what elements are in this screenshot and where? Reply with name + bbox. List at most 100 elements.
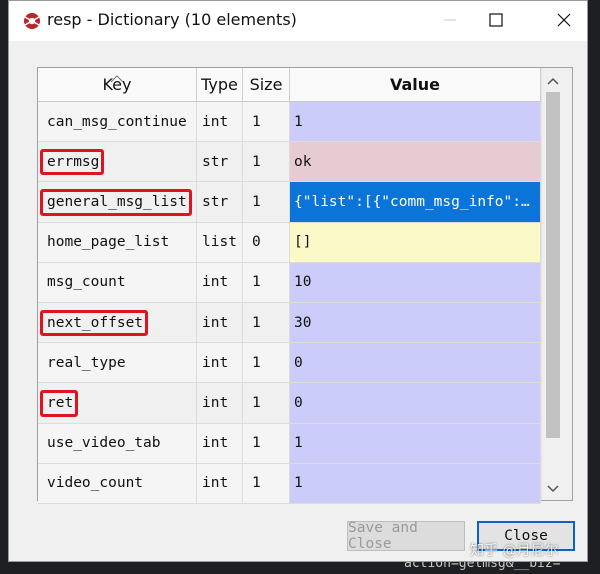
type-cell[interactable]: int	[197, 262, 243, 303]
key-cell[interactable]: errmsg	[38, 142, 197, 183]
value-cell-text: 1	[294, 435, 303, 452]
watermark-text: 知乎 @月尼尔	[470, 543, 559, 559]
size-cell[interactable]: 1	[243, 423, 290, 464]
value-cell-text: {"list":[{"comm_msg_info":…	[294, 193, 530, 210]
value-cell[interactable]: 1	[290, 463, 541, 504]
size-cell[interactable]: 1	[243, 142, 290, 183]
minimize-icon	[443, 12, 457, 31]
value-cell[interactable]: 0	[290, 343, 541, 384]
type-cell[interactable]: int	[197, 102, 243, 143]
close-window-button[interactable]	[541, 1, 587, 41]
table-row[interactable]: next_offset int 1 30	[38, 302, 541, 344]
key-cell-text: errmsg	[47, 153, 100, 170]
table-row[interactable]: home_page_list list 0 []	[38, 222, 541, 263]
size-cell-text: 1	[252, 274, 261, 291]
type-cell[interactable]: int	[197, 423, 243, 464]
size-cell[interactable]: 1	[243, 463, 290, 504]
size-cell[interactable]: 1	[243, 302, 290, 344]
type-cell-text: int	[202, 435, 229, 452]
table-body: can_msg_continue int 1 1 errmsg str 1 ok general…	[38, 102, 541, 504]
column-header-label: Type	[201, 75, 238, 94]
table-row[interactable]: general_msg_list str 1 {"list":[{"comm_msg_…	[38, 182, 541, 223]
table-row[interactable]: real_type int 1 0	[38, 343, 541, 384]
minimize-button[interactable]	[427, 1, 473, 41]
value-cell[interactable]: []	[290, 222, 541, 263]
key-cell[interactable]: msg_count	[38, 262, 197, 303]
table-row[interactable]: errmsg str 1 ok	[38, 142, 541, 183]
value-cell[interactable]: 30	[290, 302, 541, 344]
size-cell[interactable]: 1	[243, 262, 290, 303]
table-row[interactable]: video_count int 1 1	[38, 463, 541, 504]
column-header-type[interactable]: Type	[197, 68, 243, 102]
window-title: resp - Dictionary (10 elements)	[47, 10, 297, 29]
key-cell[interactable]: home_page_list	[38, 222, 197, 263]
key-cell[interactable]: general_msg_list	[38, 182, 197, 223]
key-cell[interactable]: real_type	[38, 343, 197, 384]
type-cell[interactable]: int	[197, 463, 243, 504]
value-cell[interactable]: {"list":[{"comm_msg_info":…	[290, 182, 541, 223]
size-cell-text: 0	[252, 234, 261, 251]
type-cell-text: int	[202, 274, 229, 291]
save-and-close-button[interactable]: Save and Close	[347, 520, 465, 552]
chevron-down-icon	[547, 478, 559, 497]
value-cell-text: 0	[294, 354, 303, 371]
type-cell[interactable]: list	[197, 222, 243, 263]
type-cell-text: int	[202, 314, 229, 331]
value-cell-text: []	[294, 234, 312, 251]
type-cell-text: int	[202, 113, 229, 130]
scroll-up-button[interactable]	[542, 68, 564, 90]
key-cell[interactable]: use_video_tab	[38, 423, 197, 464]
table-row[interactable]: can_msg_continue int 1 1	[38, 102, 541, 143]
value-cell-text: 1	[294, 475, 303, 492]
scroll-down-button[interactable]	[542, 476, 564, 498]
column-header-size[interactable]: Size	[243, 68, 290, 102]
size-cell[interactable]: 1	[243, 343, 290, 384]
key-cell-text: ret	[47, 394, 74, 411]
sort-ascending-icon	[110, 68, 124, 87]
maximize-button[interactable]	[473, 1, 519, 41]
type-cell-text: list	[202, 234, 237, 251]
key-cell[interactable]: can_msg_continue	[38, 102, 197, 143]
size-cell-text: 1	[252, 435, 261, 452]
title-bar[interactable]: resp - Dictionary (10 elements)	[9, 1, 587, 41]
key-cell-text: next_offset	[47, 314, 144, 331]
type-cell[interactable]: str	[197, 142, 243, 183]
table-row[interactable]: msg_count int 1 10	[38, 262, 541, 303]
type-cell-text: int	[202, 475, 229, 492]
type-cell[interactable]: int	[197, 343, 243, 384]
size-cell-text: 1	[252, 314, 261, 331]
value-cell[interactable]: 1	[290, 102, 541, 143]
table-row[interactable]: use_video_tab int 1 1	[38, 423, 541, 464]
type-cell[interactable]: str	[197, 182, 243, 223]
size-cell[interactable]: 1	[243, 383, 290, 424]
type-cell[interactable]: int	[197, 383, 243, 424]
key-cell-text: can_msg_continue	[47, 113, 187, 130]
key-cell-text: use_video_tab	[47, 435, 161, 452]
background-editor-right	[588, 0, 600, 574]
vertical-scrollbar[interactable]	[541, 68, 563, 500]
value-cell[interactable]: 1	[290, 423, 541, 464]
scrollbar-thumb[interactable]	[546, 92, 560, 438]
key-cell[interactable]: video_count	[38, 463, 197, 504]
chevron-up-icon	[547, 70, 559, 89]
key-cell[interactable]: ret	[38, 383, 197, 424]
value-cell-text: 0	[294, 394, 303, 411]
value-cell[interactable]: ok	[290, 142, 541, 183]
column-header-value[interactable]: Value	[290, 68, 541, 102]
key-cell-text: general_msg_list	[47, 193, 187, 210]
size-cell[interactable]: 1	[243, 182, 290, 223]
column-header-label: Size	[249, 75, 283, 94]
key-cell-text: home_page_list	[47, 234, 170, 251]
size-cell[interactable]: 1	[243, 102, 290, 143]
key-cell-text: real_type	[47, 354, 126, 371]
size-cell[interactable]: 0	[243, 222, 290, 263]
column-header-key[interactable]: Key	[38, 68, 197, 102]
table-header: Key Type Size Value	[38, 68, 541, 102]
spyder-icon	[23, 12, 41, 30]
table-row[interactable]: ret int 1 0	[38, 383, 541, 424]
key-cell[interactable]: next_offset	[38, 302, 197, 344]
size-cell-text: 1	[252, 475, 261, 492]
type-cell[interactable]: int	[197, 302, 243, 344]
value-cell[interactable]: 10	[290, 262, 541, 303]
value-cell[interactable]: 0	[290, 383, 541, 424]
